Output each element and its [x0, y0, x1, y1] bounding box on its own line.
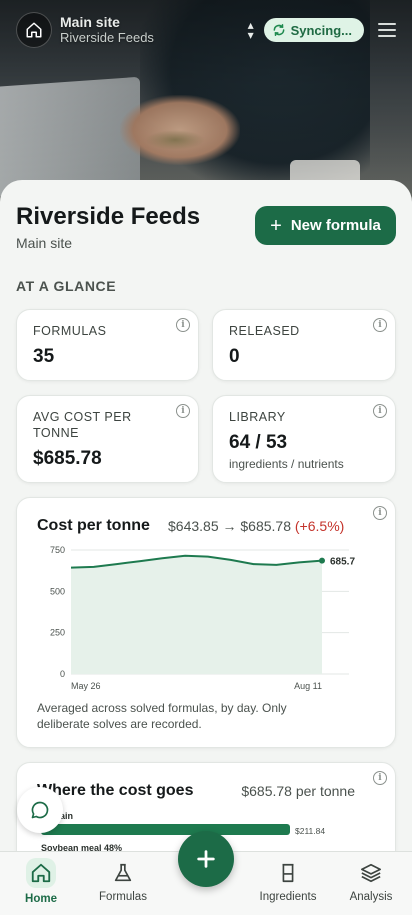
stat-value: 64 / 53 — [229, 432, 288, 453]
new-formula-button[interactable]: + New formula — [255, 206, 396, 245]
where-cost-amount: $685.78 per tonne — [241, 783, 355, 799]
nav-formulas-label: Formulas — [99, 891, 147, 903]
stat-label: RELEASED — [229, 324, 300, 338]
beaker-icon — [277, 860, 299, 886]
x-tick-label: May 26 — [71, 681, 101, 691]
nav-home-label: Home — [25, 893, 57, 905]
cost-item-bar — [41, 824, 290, 835]
y-tick-label: 250 — [50, 628, 65, 638]
stat-label-line2: TONNE — [33, 426, 80, 440]
chart-note: Averaged across solved formulas, by day.… — [37, 701, 287, 731]
chart-change: (+6.5%) — [294, 518, 345, 534]
chart-delta: $643.85 → $685.78 (+6.5%) — [168, 518, 344, 534]
where-cost-title: Where the cost goes — [37, 782, 194, 799]
home-icon — [26, 22, 42, 38]
chart-title: Cost per tonne — [37, 517, 150, 534]
sync-status-text: Syncing... — [290, 22, 352, 38]
stat-card-library[interactable]: i LIBRARY 64 / 53 ingredients / nutrient… — [212, 395, 396, 483]
section-title: AT A GLANCE — [16, 278, 117, 294]
y-tick-label: 750 — [50, 545, 65, 555]
stat-card-formulas[interactable]: i FORMULAS 35 — [16, 309, 199, 381]
nav-ingredients[interactable]: Ingredients — [248, 852, 328, 915]
info-icon[interactable]: i — [176, 318, 190, 332]
flask-icon — [112, 860, 134, 886]
home-icon — [26, 858, 56, 888]
nav-analysis-label: Analysis — [349, 891, 393, 903]
area-fill — [71, 555, 322, 674]
org-name: Riverside Feeds — [60, 29, 154, 45]
plus-icon — [197, 850, 215, 868]
home-button[interactable] — [16, 12, 52, 48]
stat-card-released[interactable]: i RELEASED 0 — [212, 309, 396, 381]
chart-range: $643.85 → $685.78 — [168, 518, 291, 534]
x-tick-label: Aug 11 — [294, 681, 322, 691]
site-chevron-icon[interactable]: ▴ ▾ — [248, 19, 254, 41]
stat-value: 35 — [33, 346, 55, 367]
nav-analysis[interactable]: Analysis — [331, 852, 411, 915]
chat-button[interactable] — [17, 787, 63, 833]
add-button[interactable] — [178, 831, 234, 887]
stat-sub: ingredients / nutrients — [229, 457, 344, 471]
stat-card-avg-cost[interactable]: i AVG COST PER TONNE $685.78 — [16, 395, 199, 483]
site-switcher[interactable]: Main site Riverside Feeds — [60, 14, 154, 45]
page-title: Riverside Feeds — [16, 203, 201, 230]
info-icon[interactable]: i — [373, 771, 387, 785]
chat-bubble-icon — [31, 801, 49, 819]
layers-icon — [359, 860, 383, 886]
page-subtitle: Main site — [16, 235, 73, 251]
sync-icon — [273, 23, 285, 37]
sync-status-badge[interactable]: Syncing... — [263, 18, 364, 42]
new-formula-label: New formula — [290, 217, 381, 234]
info-icon[interactable]: i — [373, 506, 387, 520]
cost-chart-card: i Cost per tonne $643.85 → $685.78 (+6.5… — [16, 497, 396, 748]
hamburger-menu-icon[interactable] — [378, 23, 396, 37]
stat-label-line1: AVG COST PER — [33, 410, 132, 424]
stat-label: AVG COST PER TONNE — [33, 409, 132, 441]
stat-value: $685.78 — [33, 448, 102, 469]
nav-formulas[interactable]: Formulas — [83, 852, 163, 915]
stat-label: LIBRARY — [229, 410, 286, 424]
info-icon[interactable]: i — [176, 404, 190, 418]
plus-icon: + — [270, 214, 282, 237]
top-bar: Main site Riverside Feeds ▴ ▾ Syncing... — [16, 12, 396, 48]
y-tick-label: 0 — [60, 669, 65, 679]
y-tick-label: 500 — [50, 586, 65, 596]
cost-item-value: $211.84 — [295, 826, 326, 836]
end-point — [319, 557, 325, 564]
nav-home[interactable]: Home — [1, 852, 81, 915]
site-name: Main site — [60, 14, 120, 31]
stat-value: 0 — [229, 346, 240, 367]
nav-ingredients-label: Ingredients — [259, 891, 317, 903]
end-point-label: 685.7 — [330, 557, 355, 568]
cost-chart: 0 250 500 750 685.7 May 26 Aug 11 — [50, 545, 355, 691]
info-icon[interactable]: i — [373, 404, 387, 418]
stat-label: FORMULAS — [33, 324, 107, 338]
info-icon[interactable]: i — [373, 318, 387, 332]
